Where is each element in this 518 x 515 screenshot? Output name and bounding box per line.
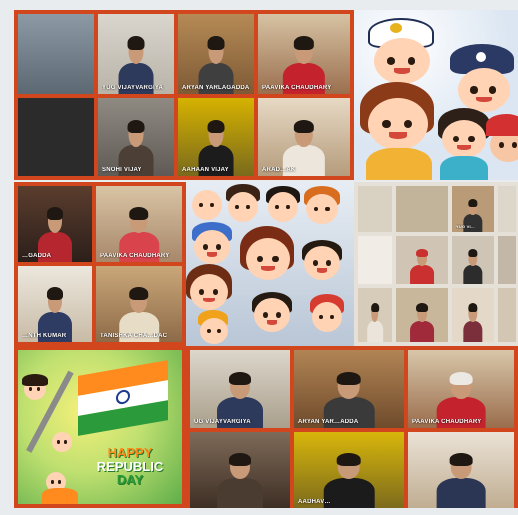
participant-name: YUG VI…	[456, 224, 475, 229]
participant-name: YUG VIJAYVARGIYA	[102, 85, 163, 91]
video-tile[interactable]: PAAVIKA CHAUDHARY	[258, 14, 350, 94]
video-tile[interactable]: YUG VI…	[452, 186, 494, 232]
video-tile[interactable]: SNOHI VIJAY	[98, 98, 174, 176]
participant-avatar	[367, 303, 383, 342]
video-tile[interactable]	[18, 98, 94, 176]
video-tile[interactable]: ARYAN YARLAGADDA	[178, 14, 254, 94]
participant-name: AADHAV…	[298, 499, 331, 505]
participant-avatar	[436, 453, 486, 508]
banner-text-happy: HAPPY	[107, 445, 153, 460]
video-tile[interactable]	[358, 236, 392, 284]
video-tile[interactable]	[18, 14, 94, 94]
banner-text-republic: REPUBLIC	[96, 458, 164, 474]
video-tile[interactable]: PAAVIKA CHAUDHARY	[408, 350, 514, 428]
video-tile[interactable]	[358, 288, 392, 342]
participant-name: …NTH KUMAR	[22, 333, 67, 339]
participant-name: UG VIJAYVARGIYA	[194, 419, 251, 425]
video-tile[interactable]: UG VIJAYVARGIYA	[190, 350, 290, 428]
participant-name: TANISHKA CHA…DAC	[100, 333, 168, 339]
video-tile[interactable]: …GADDA	[18, 186, 92, 262]
video-tile[interactable]: ARYAN YAR…ADDA	[294, 350, 404, 428]
participant-name: PAAVIKA CHAUDHARY	[262, 85, 332, 91]
video-tile[interactable]: YUG VIJAYVARGIYA	[98, 14, 174, 94]
bottom-right-video-panel: UG VIJAYVARGIYA ARYAN YAR…ADDA PAAVIKA C…	[186, 346, 518, 508]
participant-avatar	[217, 453, 263, 508]
video-tile[interactable]	[498, 288, 516, 342]
republic-day-banner: HAPPY REPUBLIC DAY	[14, 346, 186, 508]
video-tile[interactable]	[452, 288, 494, 342]
participant-avatar	[410, 303, 434, 342]
video-tile[interactable]	[498, 186, 516, 232]
participant-name: SNOHI VIJAY	[102, 167, 142, 173]
participant-avatar	[463, 249, 483, 284]
participant-avatar	[410, 249, 434, 284]
video-tile[interactable]	[396, 236, 448, 284]
banner-background: HAPPY REPUBLIC DAY	[18, 350, 182, 504]
video-tile[interactable]: TANISHKA CHA…DAC	[96, 266, 182, 342]
video-tile[interactable]	[358, 186, 392, 232]
video-tile[interactable]	[498, 236, 516, 284]
indian-flag-icon	[78, 360, 168, 436]
mid-right-video-panel: YUG VI…	[354, 182, 518, 346]
participant-name: ARAD…AK	[262, 167, 296, 173]
banner-text-day: DAY	[116, 472, 144, 488]
participant-name: ARYAN YAR…ADDA	[298, 419, 359, 425]
participant-name: AAHAAN VIJAY	[182, 167, 229, 173]
participant-name: PAAVIKA CHAUDHARY	[412, 419, 482, 425]
cartoon-kids-illustration	[354, 10, 518, 180]
video-tile[interactable]	[408, 432, 514, 508]
video-tile[interactable]	[396, 288, 448, 342]
video-tile[interactable]: AADHAV…	[294, 432, 404, 508]
participant-name: PAAVIKA CHAUDHARY	[100, 253, 170, 259]
video-tile[interactable]	[396, 186, 448, 232]
video-grid: YUG VI…	[354, 182, 518, 346]
video-tile[interactable]: ARAD…AK	[258, 98, 350, 176]
video-tile[interactable]: PAAVIKA CHAUDHARY	[96, 186, 182, 262]
video-tile[interactable]	[190, 432, 290, 508]
cartoon-group-illustration	[186, 182, 354, 346]
participant-name: …GADDA	[22, 253, 52, 259]
mid-left-video-panel: …GADDA PAAVIKA CHAUDHARY …NTH KUMAR TANI…	[14, 182, 186, 346]
participant-avatar	[463, 303, 483, 342]
top-left-video-panel: YUG VIJAYVARGIYA ARYAN YARLAGADDA PAAVIK…	[14, 10, 354, 180]
participant-name: ARYAN YARLAGADDA	[182, 85, 250, 91]
video-tile[interactable]: AAHAAN VIJAY	[178, 98, 254, 176]
video-tile[interactable]	[452, 236, 494, 284]
video-tile[interactable]: …NTH KUMAR	[18, 266, 92, 342]
